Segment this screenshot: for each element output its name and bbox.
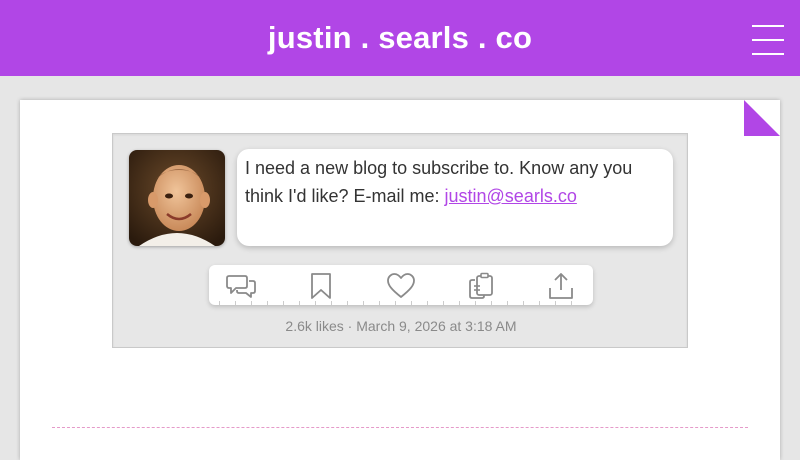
post-card: I need a new blog to subscribe to. Know …: [112, 133, 688, 348]
clipboard-copy-icon: [469, 272, 493, 299]
author-avatar[interactable]: [129, 150, 225, 246]
site-header: justin . searls . co: [0, 0, 800, 76]
post-date-link[interactable]: March 9, 2026 at 3:18 AM: [356, 318, 516, 334]
post-action-bar: [209, 265, 593, 305]
action-bar-ruler: [219, 301, 583, 305]
post-bubble: I need a new blog to subscribe to. Know …: [237, 149, 673, 246]
bookmark-button[interactable]: [305, 271, 337, 301]
post-divider: [52, 427, 748, 428]
reply-button[interactable]: [225, 271, 257, 301]
page-content: I need a new blog to subscribe to. Know …: [20, 100, 780, 460]
page-corner-fold-icon: [744, 100, 780, 136]
like-button[interactable]: [385, 271, 417, 301]
share-upload-icon: [549, 273, 573, 299]
site-title[interactable]: justin . searls . co: [268, 20, 532, 56]
copy-button[interactable]: [465, 271, 497, 301]
heart-icon: [387, 273, 415, 298]
likes-count: 2.6k likes: [285, 318, 344, 334]
speech-bubbles-icon: [226, 275, 256, 298]
hamburger-menu-icon[interactable]: [752, 24, 784, 56]
meta-separator: ·: [343, 318, 357, 334]
bookmark-icon: [311, 273, 331, 299]
email-link[interactable]: justin@searls.co: [445, 186, 577, 206]
share-button[interactable]: [545, 271, 577, 301]
post-meta: 2.6k likes · March 9, 2026 at 3:18 AM: [113, 318, 689, 334]
